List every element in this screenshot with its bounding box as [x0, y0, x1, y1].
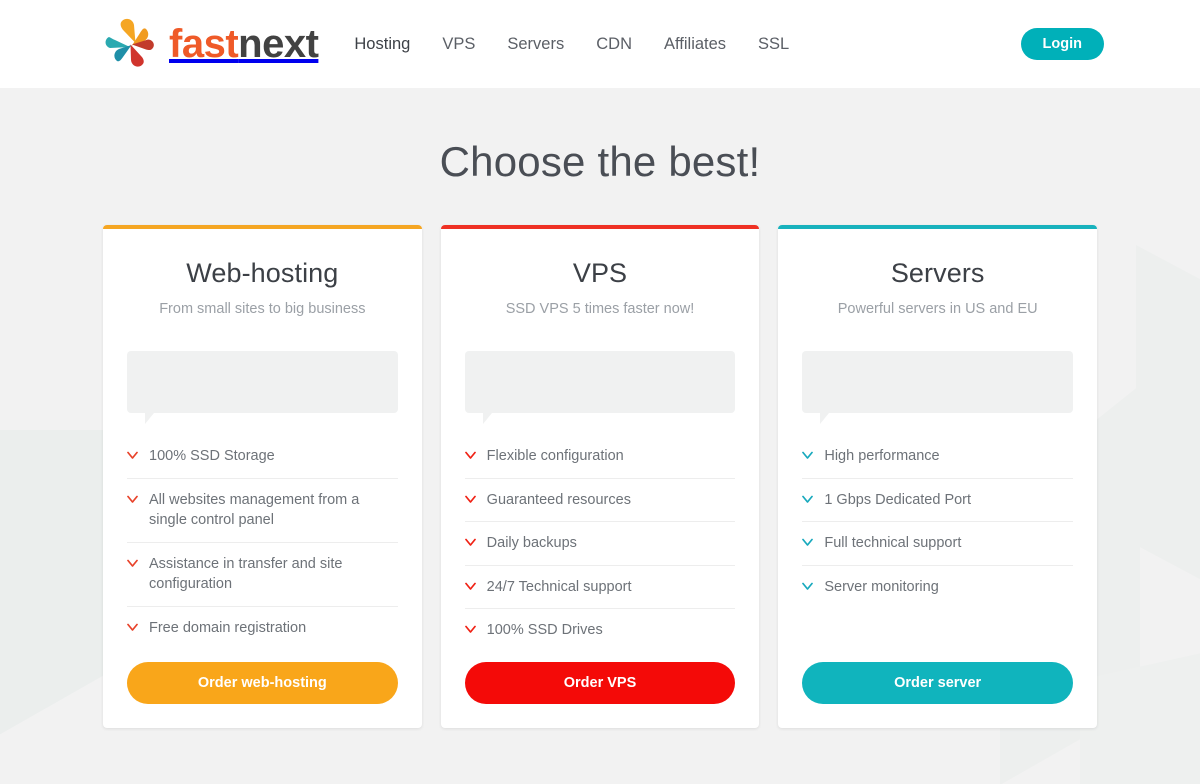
feature-list-item: 1 Gbps Dedicated Port	[802, 479, 1074, 523]
feature-label: 1 Gbps Dedicated Port	[824, 491, 972, 508]
check-icon	[802, 448, 814, 462]
site-header: fastnext Hosting VPS Servers CDN Affilia…	[0, 0, 1200, 88]
feature-list-item: 100% SSD Storage	[127, 435, 398, 479]
price-placeholder-bubble	[802, 351, 1074, 424]
header-actions: Login	[1020, 28, 1104, 60]
feature-label: High performance	[824, 448, 940, 464]
nav-item-affiliates[interactable]: Affiliates	[664, 35, 726, 54]
check-icon	[464, 492, 476, 506]
card-title: Servers	[890, 258, 985, 288]
pricing-card-vps: VPS SSD VPS 5 times faster now! Flexible…	[440, 225, 760, 728]
feature-label: Flexible configuration	[486, 448, 624, 464]
price-placeholder-bubble	[127, 351, 398, 424]
pricing-cards: Web-hosting From small sites to big busi…	[0, 225, 1200, 728]
check-icon	[464, 535, 476, 549]
feature-label: 24/7 Technical support	[486, 578, 632, 595]
feature-label: Daily backups	[486, 535, 577, 552]
feature-list-item: High performance	[802, 435, 1074, 479]
feature-list-item: Daily backups	[464, 522, 736, 566]
brand-wordmark-next: next	[238, 22, 319, 66]
order-button-web-hosting[interactable]: Order web-hosting	[127, 662, 398, 704]
pricing-card-servers: Servers Powerful servers in US and EU Hi…	[778, 225, 1098, 728]
feature-label: Server monitoring	[824, 578, 939, 595]
order-button-vps[interactable]: Order VPS	[464, 662, 736, 704]
feature-list: High performance 1 Gbps Dedicated Port F…	[802, 435, 1074, 609]
nav-item-hosting[interactable]: Hosting	[354, 35, 410, 54]
nav-item-cdn[interactable]: CDN	[596, 35, 632, 54]
main-navigation: Hosting VPS Servers CDN Affiliates SSL	[354, 35, 789, 54]
feature-list: Flexible configuration Guaranteed resour…	[464, 435, 736, 652]
check-icon	[802, 579, 814, 593]
nav-item-ssl[interactable]: SSL	[758, 35, 789, 54]
feature-label: Guaranteed resources	[486, 491, 631, 508]
feature-label: Free domain registration	[149, 619, 307, 636]
feature-list-item: Guaranteed resources	[464, 479, 736, 523]
check-icon	[127, 556, 138, 570]
feature-label: Assistance in transfer and site configur…	[149, 555, 343, 593]
feature-label: 100% SSD Drives	[486, 622, 603, 639]
brand-logo-link[interactable]: fastnext	[102, 15, 319, 73]
check-icon	[802, 492, 814, 506]
card-subtitle: SSD VPS 5 times faster now!	[505, 301, 695, 317]
feature-list-item: Full technical support	[802, 522, 1074, 566]
check-icon	[127, 448, 138, 462]
nav-item-servers[interactable]: Servers	[507, 35, 564, 54]
login-button[interactable]: Login	[1020, 28, 1104, 60]
card-subtitle: From small sites to big business	[159, 301, 366, 317]
feature-list-item: Flexible configuration	[464, 435, 736, 479]
feature-list-item: 24/7 Technical support	[464, 566, 736, 610]
check-icon	[464, 579, 476, 593]
nav-item-vps[interactable]: VPS	[442, 35, 475, 54]
price-placeholder-bubble	[464, 351, 736, 424]
pricing-card-web-hosting: Web-hosting From small sites to big busi…	[103, 225, 422, 728]
feature-label: Full technical support	[824, 535, 962, 552]
feature-label: All websites management from a single co…	[149, 491, 360, 529]
brand-wordmark: fastnext	[169, 22, 319, 66]
feature-list: 100% SSD Storage All websites management…	[127, 435, 398, 649]
brand-wordmark-fast: fast	[169, 22, 239, 66]
card-title: VPS	[572, 258, 628, 288]
page-title: Choose the best!	[439, 138, 761, 185]
feature-list-item: Assistance in transfer and site configur…	[127, 543, 398, 607]
check-icon	[464, 622, 476, 636]
check-icon	[127, 620, 138, 634]
check-icon	[802, 535, 814, 549]
feature-label: 100% SSD Storage	[149, 448, 275, 464]
card-title: Web-hosting	[186, 258, 339, 288]
pinwheel-flower-logo-icon	[102, 15, 160, 73]
check-icon	[127, 492, 138, 506]
feature-list-item: Server monitoring	[802, 566, 1073, 609]
feature-list-item: All websites management from a single co…	[127, 479, 398, 543]
order-button-servers[interactable]: Order server	[802, 662, 1074, 704]
feature-list-item: Free domain registration	[127, 607, 398, 650]
feature-list-item: 100% SSD Drives	[464, 609, 736, 652]
card-subtitle: Powerful servers in US and EU	[837, 301, 1038, 317]
check-icon	[464, 448, 476, 462]
